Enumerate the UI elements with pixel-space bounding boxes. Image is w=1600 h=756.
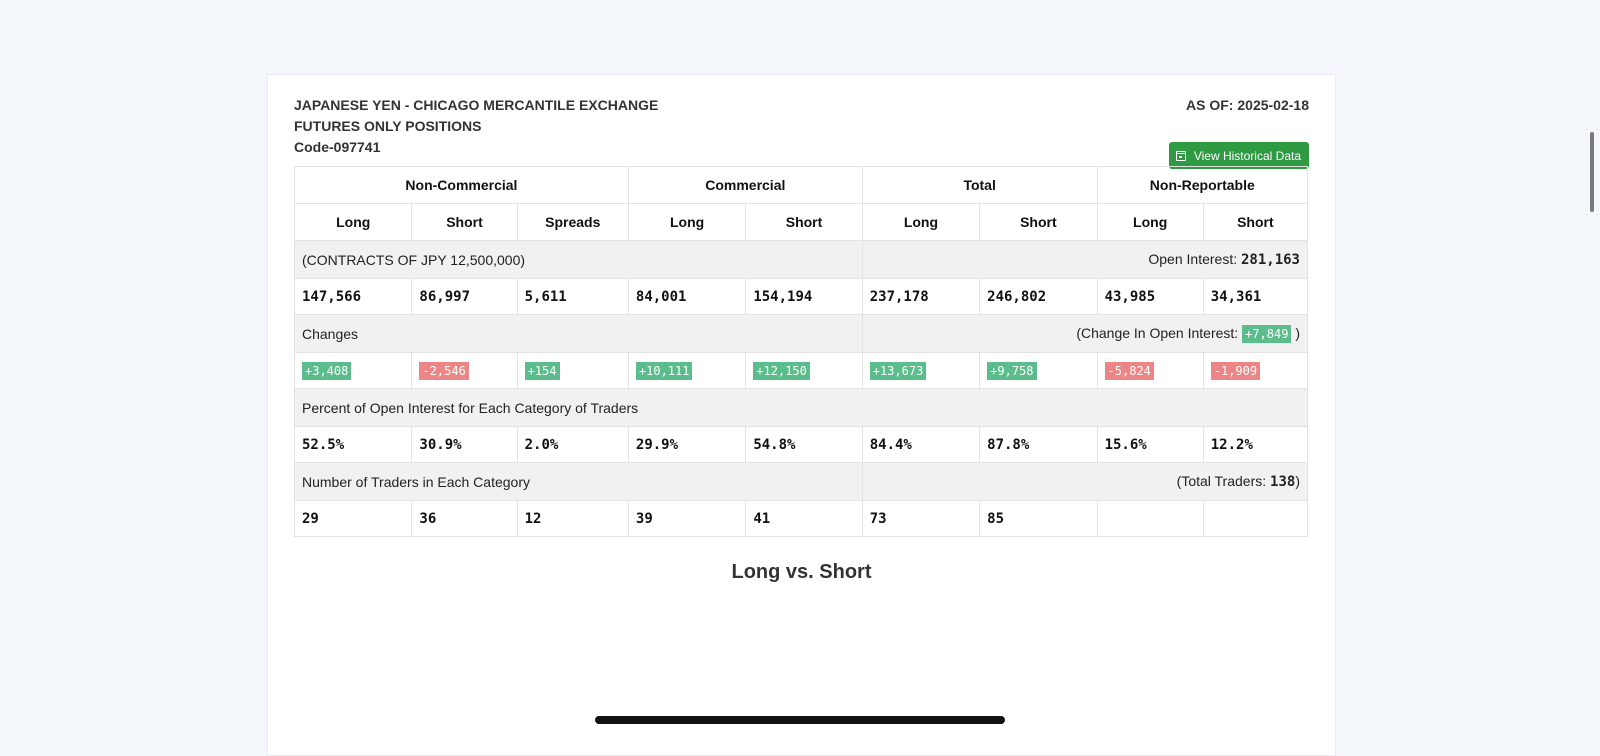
percent-cell: 15.6% (1096, 426, 1204, 463)
contracts-cell: 86,997 (411, 278, 518, 315)
percent-label: Percent of Open Interest for Each Catego… (294, 388, 1308, 427)
percent-band-row: Percent of Open Interest for Each Catego… (294, 388, 1308, 427)
traders-cell: 73 (861, 500, 981, 537)
total-traders-prefix: (Total Traders: (1176, 473, 1267, 489)
traders-values-row: 29 36 12 39 41 73 85 (293, 500, 1309, 537)
column-header: Long (1096, 203, 1204, 241)
group-header: Commercial (627, 166, 863, 204)
column-header-row: Long Short Spreads Long Short Long Short… (293, 203, 1309, 241)
as-of-date: AS OF: 2025-02-18 (1186, 95, 1309, 116)
percent-cell: 12.2% (1202, 426, 1309, 463)
percent-cell: 29.9% (627, 426, 747, 463)
report-header: JAPANESE YEN - CHICAGO MERCANTILE EXCHAN… (294, 95, 1309, 169)
contracts-cell: 154,194 (745, 278, 863, 315)
traders-label: Number of Traders in Each Category (294, 462, 863, 501)
percent-cell: 2.0% (516, 426, 629, 463)
change-badge: -1,909 (1210, 361, 1261, 380)
view-historical-data-button[interactable]: View Historical Data (1168, 142, 1309, 169)
change-badge: -2,546 (419, 361, 469, 380)
total-traders: (Total Traders: 138) (861, 462, 1309, 501)
percent-values-row: 52.5% 30.9% 2.0% 29.9% 54.8% 84.4% 87.8%… (293, 426, 1309, 463)
traders-cell: 36 (411, 500, 518, 537)
group-header-row: Non-Commercial Commercial Total Non-Repo… (294, 166, 1309, 204)
calendar-icon (1175, 150, 1186, 161)
group-header: Non-Commercial (294, 166, 629, 204)
traders-cell: 29 (293, 500, 413, 537)
contracts-cell: 43,985 (1096, 278, 1204, 315)
report-code: Code-097741 (294, 139, 381, 155)
changes-band-row: Changes (Change In Open Interest: +7,849… (294, 314, 1309, 353)
group-header: Non-Reportable (1096, 166, 1309, 204)
total-traders-value: 138 (1270, 474, 1296, 490)
change-badge: +9,758 (987, 361, 1037, 380)
percent-cell: 52.5% (293, 426, 413, 463)
view-historical-data-label: View Historical Data (1193, 148, 1301, 163)
change-badge: +3,408 (302, 361, 352, 380)
traders-cell: 41 (745, 500, 863, 537)
change-badge: +12,150 (753, 361, 810, 380)
positions-table: Non-Commercial Commercial Total Non-Repo… (293, 166, 1309, 537)
open-interest: Open Interest: 281,163 (861, 240, 1309, 279)
change-badge: +10,111 (635, 361, 693, 380)
column-header: Long (627, 203, 747, 241)
change-oi-suffix: ) (1295, 324, 1300, 341)
group-header: Total (861, 166, 1098, 204)
contracts-band-row: (CONTRACTS OF JPY 12,500,000) Open Inter… (294, 240, 1309, 279)
cot-report-card: JAPANESE YEN - CHICAGO MERCANTILE EXCHAN… (267, 74, 1336, 756)
column-header: Short (745, 203, 863, 241)
change-badge: +13,673 (869, 361, 927, 380)
home-indicator[interactable] (595, 716, 1005, 724)
changes-label: Changes (294, 314, 863, 353)
change-oi-prefix: (Change In Open Interest: (1076, 324, 1239, 341)
change-badge: -5,824 (1104, 361, 1154, 380)
open-interest-label: Open Interest: (1148, 251, 1238, 267)
contracts-cell: 237,178 (861, 278, 981, 315)
traders-cell: 12 (516, 500, 629, 537)
column-header: Long (861, 203, 981, 241)
contracts-values-row: 147,566 86,997 5,611 84,001 154,194 237,… (293, 278, 1309, 315)
contracts-cell: 246,802 (979, 278, 1098, 315)
contracts-cell: 34,361 (1202, 278, 1309, 315)
percent-cell: 30.9% (411, 426, 518, 463)
traders-cell: 85 (979, 500, 1098, 537)
traders-cell: 39 (627, 500, 747, 537)
chart-title: Long vs. Short (731, 561, 872, 583)
vertical-scrollbar[interactable] (1590, 132, 1594, 212)
change-oi-badge: +7,849 (1242, 324, 1292, 343)
total-traders-suffix: ) (1295, 473, 1300, 489)
report-title: JAPANESE YEN - CHICAGO MERCANTILE EXCHAN… (294, 97, 659, 113)
traders-band-row: Number of Traders in Each Category (Tota… (294, 462, 1309, 501)
traders-cell (1096, 500, 1204, 537)
traders-cell (1202, 500, 1309, 537)
report-subtitle: FUTURES ONLY POSITIONS (294, 118, 482, 134)
percent-cell: 54.8% (745, 426, 863, 463)
as-of-value: 2025-02-18 (1237, 97, 1309, 113)
column-header: Spreads (516, 203, 629, 241)
column-header: Short (1202, 203, 1309, 241)
open-interest-value: 281,163 (1240, 252, 1300, 268)
contracts-label: (CONTRACTS OF JPY 12,500,000) (294, 240, 863, 279)
column-header: Short (411, 203, 518, 241)
changes-values-row: +3,408 -2,546 +154 +10,111 +12,150 +13,6… (293, 352, 1309, 389)
contracts-cell: 84,001 (627, 278, 747, 315)
change-open-interest: (Change In Open Interest: +7,849 ) (861, 314, 1309, 353)
change-badge: +154 (524, 361, 560, 380)
report-title-block: JAPANESE YEN - CHICAGO MERCANTILE EXCHAN… (294, 95, 658, 158)
as-of-label: AS OF: (1186, 97, 1234, 113)
column-header: Short (979, 203, 1098, 241)
contracts-cell: 5,611 (516, 278, 629, 315)
percent-cell: 84.4% (861, 426, 981, 463)
column-header: Long (293, 203, 413, 241)
percent-cell: 87.8% (979, 426, 1098, 463)
contracts-cell: 147,566 (293, 278, 413, 315)
